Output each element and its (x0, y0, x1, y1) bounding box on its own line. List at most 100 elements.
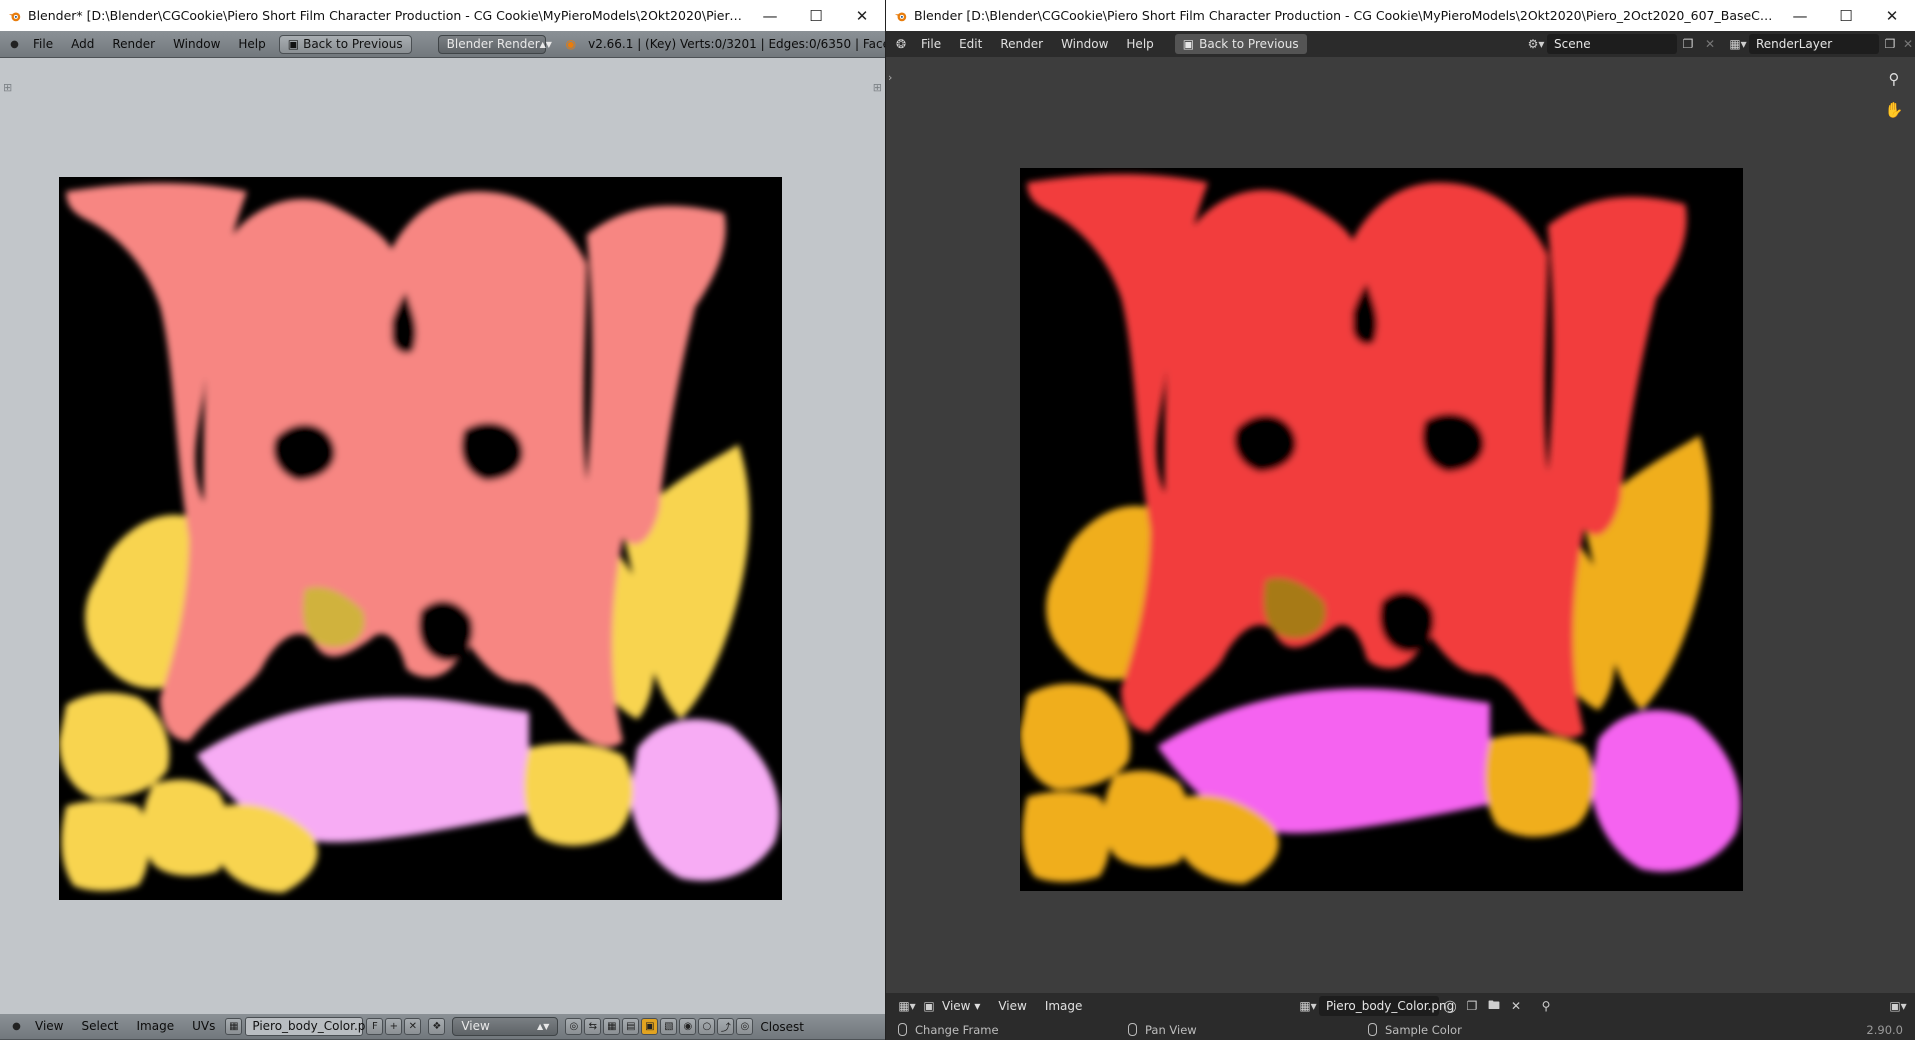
status-sample-color: Sample Color (1368, 1023, 1866, 1037)
screen-icon: ▣ (287, 36, 300, 51)
uv-image-editor-viewport[interactable]: ⊞ ⊞ (0, 59, 885, 1017)
editor-type-icon[interactable]: ● (8, 1018, 25, 1035)
blender-menu-icon[interactable]: ❂ (890, 34, 912, 54)
editor-type-icon[interactable]: ● (6, 36, 23, 53)
uv-island-pink-right (630, 719, 780, 881)
display-channels-icon[interactable]: ▣▾ (1887, 996, 1909, 1016)
uv-texture-image (1020, 168, 1743, 891)
new-view-layer-icon[interactable]: ❐ (1879, 34, 1901, 54)
delete-view-layer-icon[interactable]: ✕ (1901, 34, 1915, 54)
fake-user-button[interactable]: F (366, 1018, 384, 1035)
pivot-icon[interactable]: ◎ (565, 1018, 583, 1035)
back-to-previous-button[interactable]: ▣ Back to Previous (1174, 34, 1307, 54)
area-corner-plus-icon[interactable]: ⊞ (3, 81, 12, 94)
uv-texture-image (59, 177, 782, 900)
new-image-icon[interactable]: ❐ (1461, 996, 1483, 1016)
sync-selection-icon[interactable]: ⇆ (584, 1018, 602, 1035)
updown-arrow-icon: ▲▼ (539, 39, 552, 49)
uv-island-yellow-mid-right (524, 743, 634, 846)
image-mode-icon[interactable]: ▣ (918, 996, 940, 1016)
island-select-icon[interactable]: ▧ (660, 1018, 678, 1035)
image-browse-icon[interactable]: ▦▾ (1297, 996, 1319, 1016)
menu-window[interactable]: Window (1052, 37, 1117, 51)
close-button[interactable]: ✕ (1869, 0, 1915, 31)
menu-edit[interactable]: Edit (950, 37, 991, 51)
uv-island-yellow-left-b (61, 800, 150, 891)
vertex-select-icon[interactable]: ▦ (603, 1018, 621, 1035)
render-engine-dropdown[interactable]: Blender Render ▲▼ (437, 34, 552, 54)
menu-render[interactable]: Render (991, 37, 1052, 51)
chevron-down-icon: ▾ (974, 999, 981, 1013)
status-change-frame: Change Frame (898, 1023, 1128, 1037)
menu-file[interactable]: File (912, 37, 950, 51)
zoom-icon[interactable]: ⚲ (1881, 66, 1907, 92)
view-mode-dropdown[interactable]: View ▲▼ (452, 1017, 559, 1036)
left-image-editor-header: ● View Select Image UVs ▦ Piero_body_Col… (0, 1014, 885, 1040)
view-layer-name-field[interactable]: RenderLayer (1749, 34, 1879, 54)
snap-icon[interactable]: ⤴ (717, 1018, 735, 1035)
menu-file[interactable]: File (24, 31, 62, 57)
pin-icon[interactable]: ⚲ (1535, 996, 1557, 1016)
unlink-image-icon[interactable]: ✕ (1505, 996, 1527, 1016)
view-layer-selector-icon[interactable]: ▦▾ (1727, 34, 1749, 54)
menu-image[interactable]: Image (128, 1014, 184, 1039)
area-corner-plus-icon[interactable]: ⊞ (873, 81, 882, 94)
image-browse-icon[interactable]: ▦ (225, 1018, 243, 1035)
minimize-button[interactable]: — (747, 0, 793, 31)
editor-type-icon[interactable]: ▦▾ (896, 996, 918, 1016)
view-mode-dropdown[interactable]: View ▾ (940, 999, 989, 1013)
proportional-edit-icon[interactable]: ○ (698, 1018, 716, 1035)
mouse-right-icon (1368, 1023, 1377, 1036)
new-scene-icon[interactable]: ❐ (1677, 34, 1699, 54)
delete-scene-icon[interactable]: ✕ (1699, 34, 1721, 54)
snap-target-label[interactable]: Closest (760, 1020, 804, 1034)
uv-island-pink-right (1591, 710, 1741, 872)
pin-icon[interactable]: ❖ (428, 1018, 446, 1035)
scene-stats: v2.66.1 | (Key) Verts:0/3201 | Edges:0/6… (588, 37, 885, 51)
blender-logo-icon (8, 12, 21, 21)
new-image-icon[interactable]: + (385, 1018, 403, 1035)
fake-user-shield-icon[interactable]: ◯ (1439, 996, 1461, 1016)
back-to-previous-button[interactable]: ▣ Back to Previous (278, 34, 412, 54)
pan-hand-icon[interactable]: ✋ (1881, 97, 1907, 123)
open-image-folder-icon[interactable]: 🖿 (1483, 996, 1505, 1016)
uv-islands (1020, 174, 1741, 884)
right-title-bar[interactable]: Blender [D:\Blender\CGCookie\Piero Short… (886, 0, 1915, 31)
menu-select[interactable]: Select (72, 1014, 127, 1039)
maximize-button[interactable]: ☐ (793, 0, 839, 31)
screen-icon: ▣ (1182, 37, 1195, 51)
face-select-icon[interactable]: ▣ (641, 1018, 659, 1035)
scene-selector-icon[interactable]: ⚙▾ (1525, 34, 1547, 54)
sticky-mode-icon[interactable]: ◉ (679, 1018, 697, 1035)
image-name-field[interactable]: Piero_body_Color.png (1319, 996, 1454, 1016)
menu-window[interactable]: Window (164, 31, 229, 57)
status-bar: Change Frame Pan View Sample Color 2.90.… (886, 1019, 1915, 1040)
right-top-bar: ❂ File Edit Render Window Help ▣ Back to … (886, 31, 1915, 57)
menu-render[interactable]: Render (103, 31, 164, 57)
updown-arrow-icon: ▲▼ (537, 1022, 550, 1031)
menu-uvs[interactable]: UVs (183, 1014, 224, 1039)
image-editor-viewport[interactable]: › ⚲ ✋ (886, 57, 1915, 995)
close-button[interactable]: ✕ (839, 0, 885, 31)
image-name-field[interactable]: Piero_body_Color.png (245, 1017, 381, 1036)
status-pan-view: Pan View (1128, 1023, 1368, 1037)
uv-island-yellow-mid-right (1485, 734, 1595, 837)
mouse-middle-icon (1128, 1023, 1137, 1036)
maximize-button[interactable]: ☐ (1823, 0, 1869, 31)
menu-image[interactable]: Image (1036, 999, 1092, 1013)
menu-help[interactable]: Help (1117, 37, 1162, 51)
uv-islands (59, 183, 780, 893)
uv-island-yellow-left-b (1022, 791, 1111, 882)
sidebar-toggle-chevron-icon[interactable]: › (888, 71, 892, 84)
menu-view[interactable]: View (989, 999, 1035, 1013)
menu-help[interactable]: Help (229, 31, 274, 57)
scene-name-field[interactable]: Scene (1547, 34, 1677, 54)
minimize-button[interactable]: — (1777, 0, 1823, 31)
left-title-bar[interactable]: Blender* [D:\Blender\CGCookie\Piero Shor… (0, 0, 885, 31)
edge-select-icon[interactable]: ▤ (622, 1018, 640, 1035)
menu-view[interactable]: View (26, 1014, 72, 1039)
right-window-title: Blender [D:\Blender\CGCookie\Piero Short… (914, 8, 1777, 23)
snap-target-icon[interactable]: ◎ (736, 1018, 754, 1035)
unlink-image-icon[interactable]: ✕ (404, 1018, 422, 1035)
menu-add[interactable]: Add (62, 31, 103, 57)
